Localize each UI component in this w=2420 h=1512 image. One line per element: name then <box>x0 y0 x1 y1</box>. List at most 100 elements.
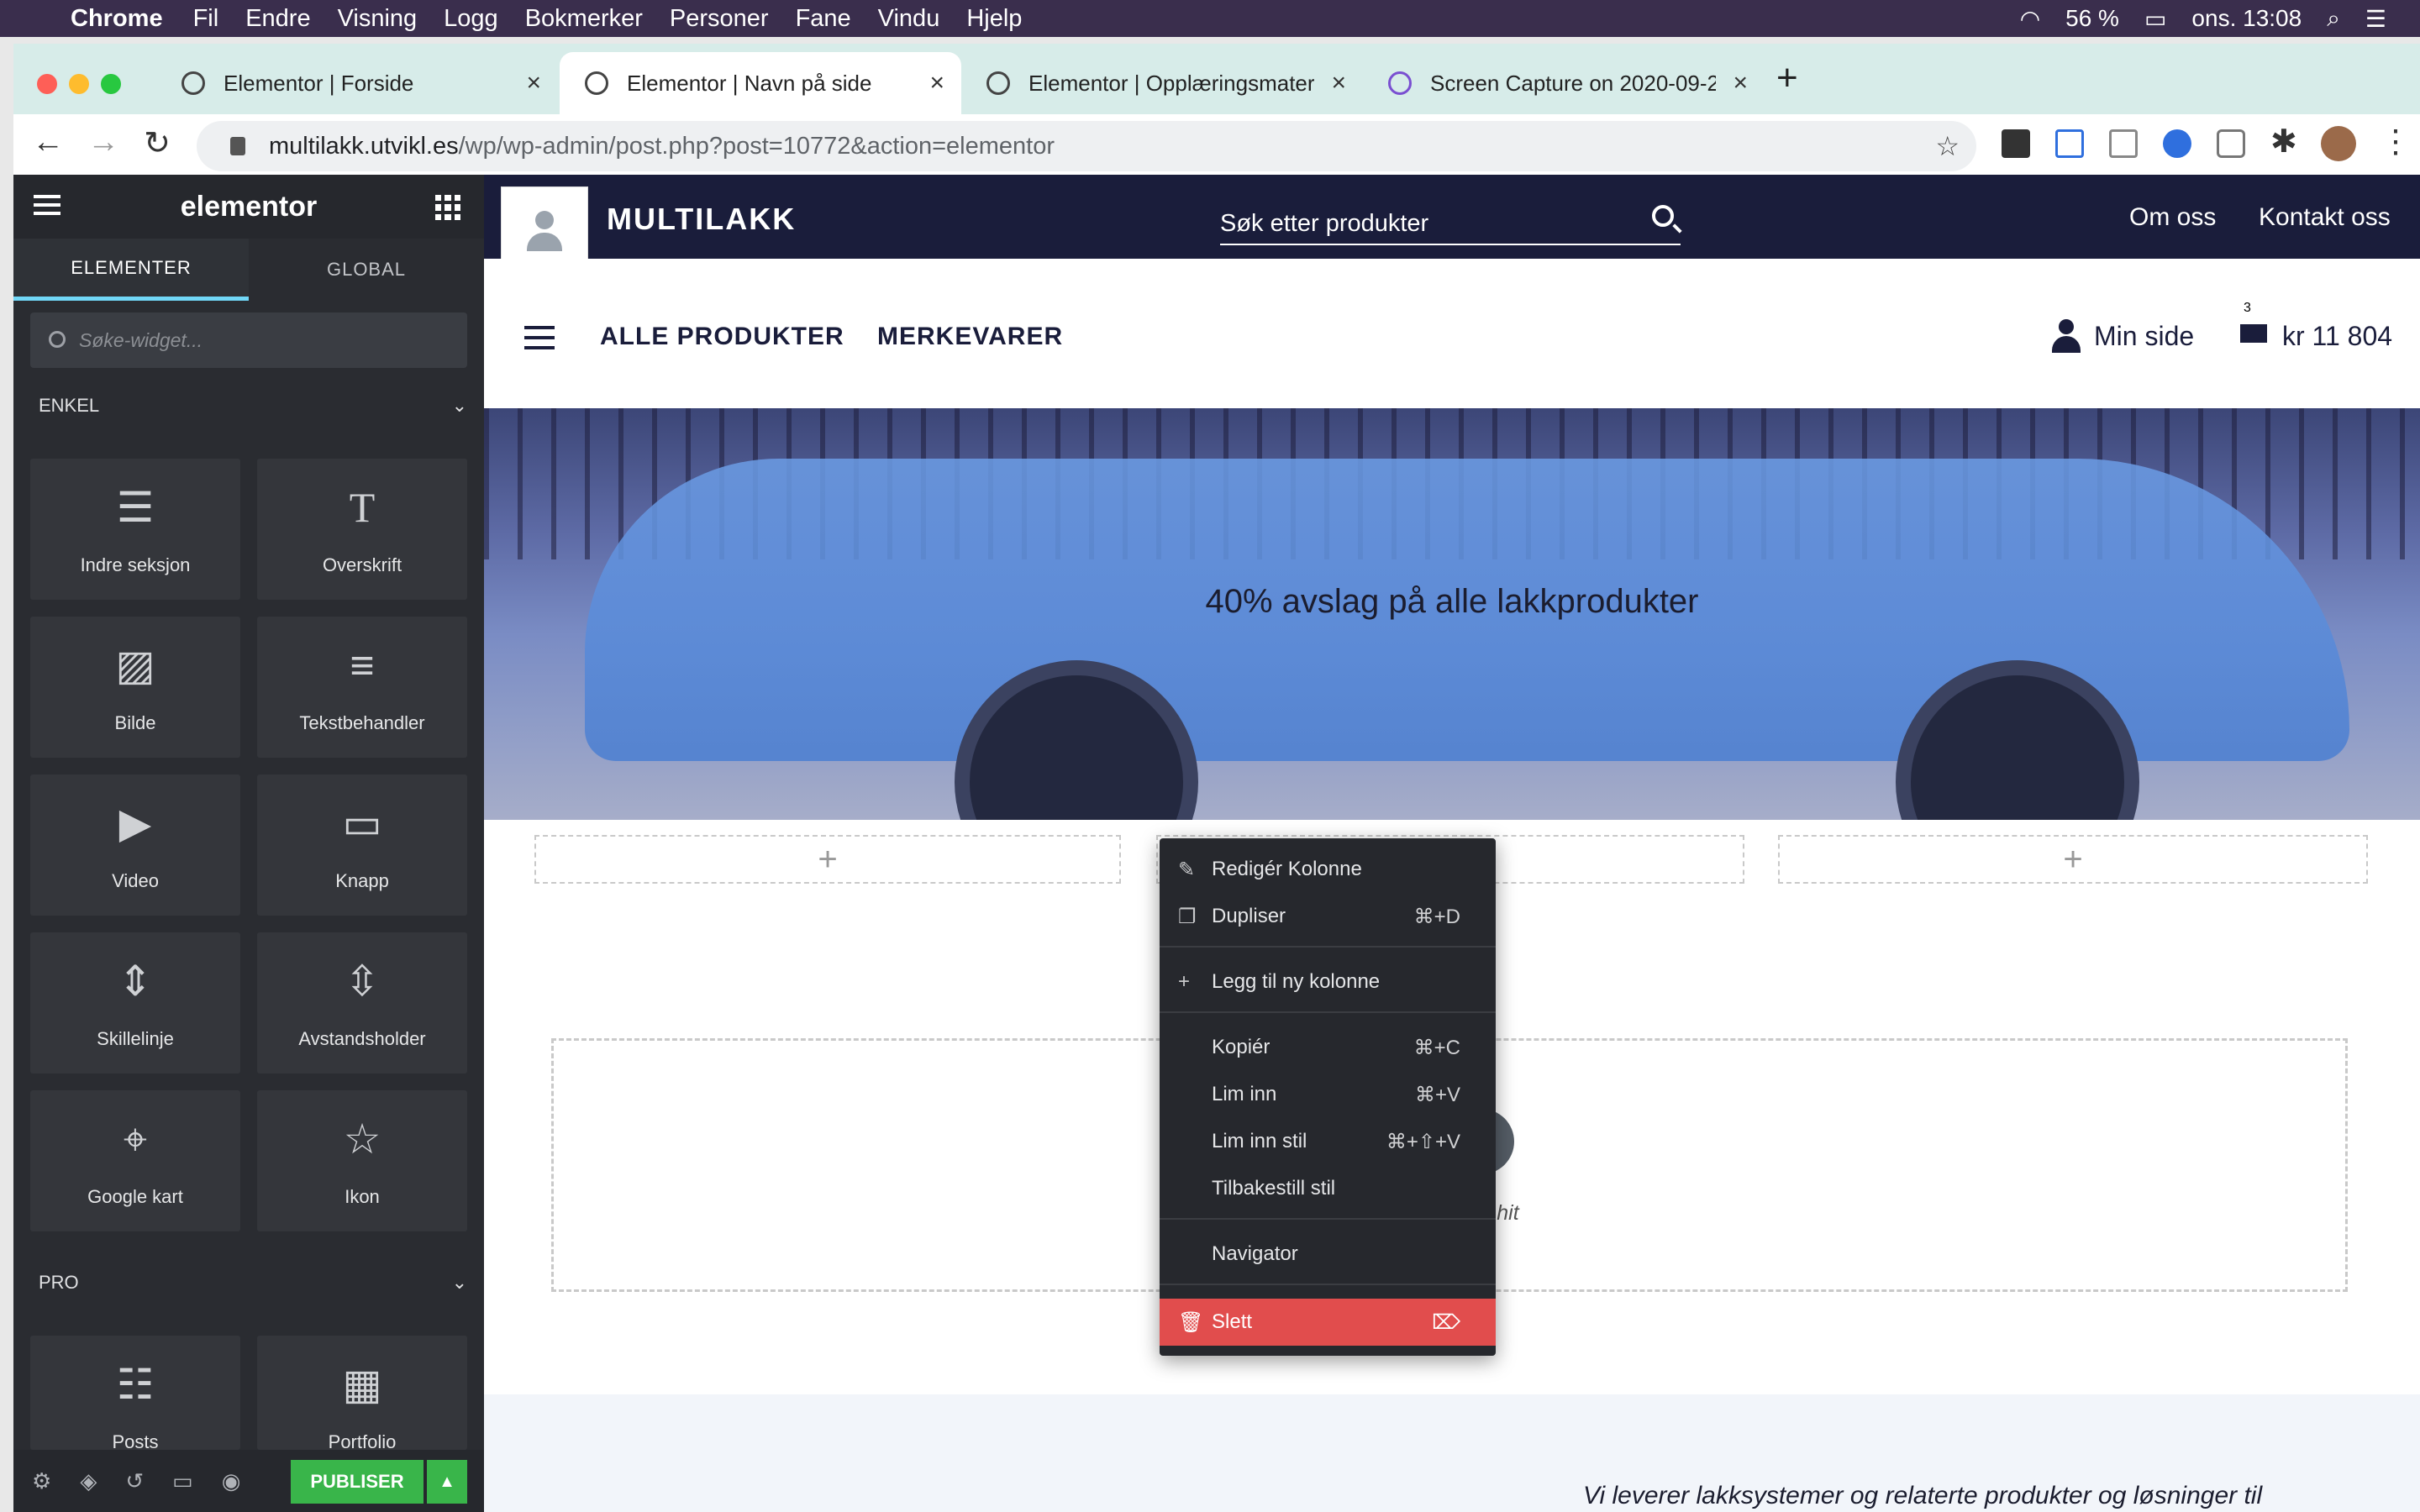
menu-item-paste-style[interactable]: Lim inn stil ⌘+⇧+V <box>1160 1121 1496 1163</box>
zoom-window-button[interactable] <box>101 74 121 94</box>
widget-posts[interactable]: ☷ Posts <box>30 1336 240 1450</box>
widget-text-editor[interactable]: ≡ Tekstbehandler <box>257 617 467 758</box>
menu-bookmarks[interactable]: Bokmerker <box>525 5 643 33</box>
close-tab-icon[interactable]: × <box>1733 69 1748 97</box>
close-tab-icon[interactable]: × <box>526 69 541 97</box>
menu-help[interactable]: Hjelp <box>966 5 1022 33</box>
menu-window[interactable]: Vindu <box>878 5 940 33</box>
back-icon[interactable]: ← <box>27 124 69 160</box>
link-about[interactable]: Om oss <box>2129 203 2216 232</box>
close-tab-icon[interactable]: × <box>929 69 944 97</box>
menu-item-label: Lim inn <box>1212 1083 1277 1105</box>
menu-edit[interactable]: Endre <box>245 5 310 33</box>
battery-icon[interactable]: ▭ <box>2144 5 2166 33</box>
link-contact[interactable]: Kontakt oss <box>2259 203 2391 232</box>
widget-label: Indre seksjon <box>80 554 191 575</box>
close-tab-icon[interactable]: × <box>1331 69 1346 97</box>
widget-divider[interactable]: ⇕ Skillelinje <box>30 932 240 1074</box>
browser-tab[interactable]: Elementor | Opplæringsmateriell × <box>961 52 1363 114</box>
widget-search-input[interactable]: Søke-widget... <box>30 312 467 368</box>
nav-brands[interactable]: MERKEVARER <box>877 323 1063 351</box>
menu-file[interactable]: Fil <box>193 5 219 33</box>
widget-heading[interactable]: T Overskrift <box>257 459 467 600</box>
extension-icon[interactable] <box>2109 129 2138 158</box>
menu-item-add-column[interactable]: + Legg til ny kolonne <box>1160 961 1496 1003</box>
menu-item-shortcut: ⌘+D <box>1413 905 1460 928</box>
menu-history[interactable]: Logg <box>444 5 498 33</box>
bookmark-star-icon[interactable]: ☆ <box>1935 130 1960 162</box>
browser-tab[interactable]: Elementor | Forside × <box>156 52 558 114</box>
tab-global[interactable]: GLOBAL <box>249 239 484 301</box>
clock[interactable]: ons. 13:08 <box>2191 5 2302 32</box>
widget-button[interactable]: ▭ Knapp <box>257 774 467 916</box>
minimize-window-button[interactable] <box>69 74 89 94</box>
widgets-grid-icon[interactable] <box>435 195 460 220</box>
menu-app-name[interactable]: Chrome <box>71 5 163 33</box>
battery-percent[interactable]: 56 % <box>2065 5 2119 32</box>
menu-item-copy[interactable]: Kopiér ⌘+C <box>1160 1026 1496 1068</box>
delete-key-icon: ⌦ <box>1432 1310 1460 1334</box>
hero-heading[interactable]: 40% avslag på alle lakkprodukter <box>484 583 2420 621</box>
account-link[interactable]: Min side <box>2050 319 2194 353</box>
widget-inner-section[interactable]: ☰ Indre seksjon <box>30 459 240 600</box>
browser-toolbar: ← → ↻ multilakk.utvikl.es /wp/wp-admin/p… <box>13 114 2420 181</box>
extension-icon[interactable] <box>2002 129 2030 158</box>
extensions-puzzle-icon[interactable]: ✱ <box>2270 123 2297 160</box>
responsive-mode-icon[interactable]: ▭ <box>172 1468 193 1494</box>
menu-item-delete[interactable]: 🗑 Slett ⌦ <box>1160 1299 1496 1346</box>
forward-icon[interactable]: → <box>82 124 124 160</box>
browser-tab[interactable]: Screen Capture on 2020-09-2 × <box>1363 52 1765 114</box>
add-element-column[interactable]: + <box>1778 835 2368 884</box>
close-window-button[interactable] <box>37 74 57 94</box>
widget-image[interactable]: ▨ Bilde <box>30 617 240 758</box>
widget-icon[interactable]: ☆ Ikon <box>257 1090 467 1231</box>
history-icon[interactable]: ↺ <box>125 1468 144 1494</box>
hero-banner[interactable]: 40% avslag på alle lakkprodukter <box>484 408 2420 820</box>
screen-capture-icon <box>1388 71 1412 95</box>
menu-separator <box>1160 1011 1496 1013</box>
menu-item-duplicate[interactable]: ❐ Dupliser ⌘+D <box>1160 895 1496 937</box>
menu-view[interactable]: Visning <box>338 5 418 33</box>
spotlight-icon[interactable]: ⌕ <box>2327 5 2340 33</box>
menu-people[interactable]: Personer <box>670 5 769 33</box>
preview-eye-icon[interactable]: ◉ <box>222 1468 241 1494</box>
menu-item-reset-style[interactable]: Tilbakestill stil <box>1160 1168 1496 1210</box>
site-logo[interactable]: MULTILAKK <box>607 202 796 237</box>
new-tab-button[interactable]: + <box>1776 57 1798 99</box>
video-icon: ▶ <box>118 800 152 847</box>
macos-menubar: Chrome Fil Endre Visning Logg Bokmerker … <box>0 0 2420 37</box>
menu-tab[interactable]: Fane <box>796 5 851 33</box>
nav-all-products[interactable]: ALLE PRODUKTER <box>600 323 844 351</box>
camera-icon[interactable] <box>2217 129 2245 158</box>
settings-gear-icon[interactable]: ⚙ <box>32 1468 51 1494</box>
cart-link[interactable]: kr 11 804 <box>2235 319 2392 353</box>
menu-item-paste[interactable]: Lim inn ⌘+V <box>1160 1074 1496 1116</box>
wifi-icon[interactable]: ◠ <box>2020 5 2040 33</box>
add-element-column[interactable]: + <box>534 835 1121 884</box>
reload-icon[interactable]: ↻ <box>136 124 178 162</box>
menu-icon[interactable] <box>524 326 555 356</box>
category-pro[interactable]: PRO ⌄ <box>39 1272 467 1294</box>
widget-spacer[interactable]: ⇳ Avstandsholder <box>257 932 467 1074</box>
publish-options-button[interactable]: ▲ <box>427 1460 467 1504</box>
search-icon[interactable] <box>1652 205 1674 227</box>
widget-portfolio[interactable]: ▦ Portfolio <box>257 1336 467 1450</box>
menu-item-navigator[interactable]: Navigator <box>1160 1233 1496 1275</box>
tab-elements[interactable]: ELEMENTER <box>13 239 249 301</box>
profile-avatar[interactable] <box>2321 126 2356 161</box>
lock-icon[interactable] <box>230 137 245 155</box>
address-bar[interactable]: multilakk.utvikl.es /wp/wp-admin/post.ph… <box>197 121 1976 171</box>
menu-item-edit-column[interactable]: ✎ Redigér Kolonne <box>1160 848 1496 890</box>
widget-google-maps[interactable]: ⌖ Google kart <box>30 1090 240 1231</box>
site-search-input[interactable]: Søk etter produkter <box>1220 198 1681 245</box>
category-basic[interactable]: ENKEL ⌄ <box>39 395 467 417</box>
navigator-layers-icon[interactable]: ◈ <box>80 1468 97 1494</box>
menu-icon[interactable] <box>34 195 60 220</box>
publish-button[interactable]: PUBLISER <box>291 1460 424 1504</box>
extension-icon[interactable] <box>2163 129 2191 158</box>
chrome-menu-icon[interactable]: ⋮ <box>2380 123 2412 160</box>
widget-video[interactable]: ▶ Video <box>30 774 240 916</box>
extension-icon[interactable] <box>2055 129 2084 158</box>
browser-tab-active[interactable]: Elementor | Navn på side × <box>560 52 961 114</box>
control-center-icon[interactable]: ☰ <box>2365 5 2386 33</box>
